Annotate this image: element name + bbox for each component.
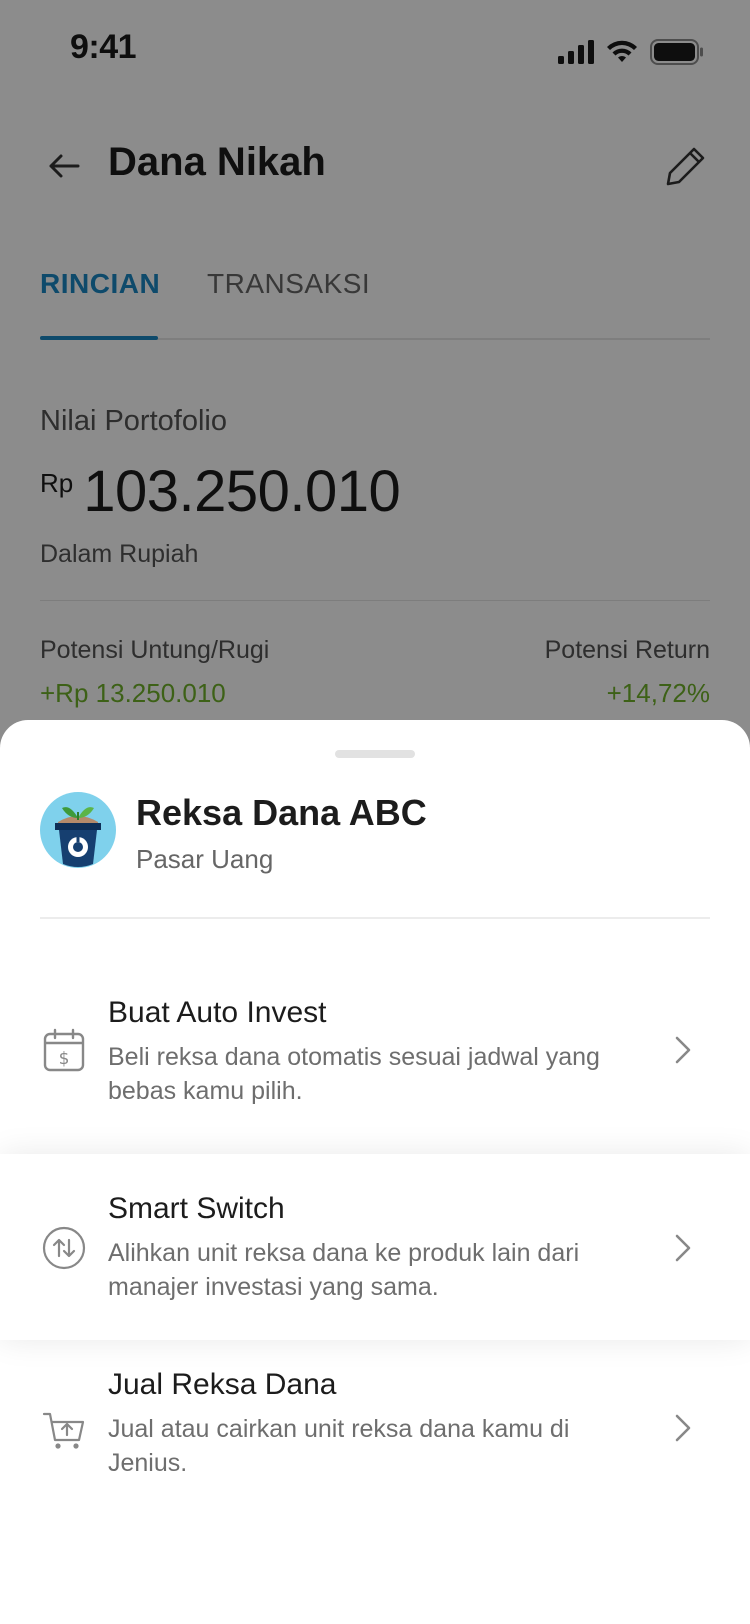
screen: 9:41 Dana Nikah RINCIAN TRANSAKSI Nilai … [0,0,750,1624]
chevron-right-icon [668,1228,698,1268]
option-description: Jual atau cairkan unit reksa dana kamu d… [108,1415,570,1477]
sheet-divider [40,917,710,919]
option-title: Buat Auto Invest [108,996,327,1029]
cart-upload-icon [42,1412,85,1449]
calendar-dollar-icon: $ [43,1028,85,1072]
plant-pot-logo-icon [40,792,116,868]
sheet-grabber[interactable] [335,750,415,758]
fund-logo [40,792,116,868]
svg-text:$: $ [59,1049,70,1069]
switch-arrows-icon [42,1226,86,1270]
option-jual-reksa-dana[interactable]: Jual Reksa Dana Jual atau cairkan unit r… [0,1340,750,1520]
option-auto-invest[interactable]: $ Buat Auto Invest Beli reksa dana otoma… [0,956,750,1136]
option-description: Beli reksa dana otomatis sesuai jadwal y… [108,1043,600,1105]
bottom-sheet: Reksa Dana ABC Pasar Uang $ Buat Auto In… [0,720,750,1624]
option-icon: $ [40,1026,88,1074]
option-title: Smart Switch [108,1192,285,1225]
option-description: Alihkan unit reksa dana ke produk lain d… [108,1239,580,1301]
fund-type: Pasar Uang [136,844,274,874]
option-title: Jual Reksa Dana [108,1368,337,1401]
chevron-right-icon [668,1408,698,1448]
option-icon [40,1224,88,1272]
fund-name: Reksa Dana ABC [136,792,427,833]
option-smart-switch[interactable]: Smart Switch Alihkan unit reksa dana ke … [0,1154,750,1340]
option-icon [40,1406,88,1454]
chevron-right-icon [668,1030,698,1070]
